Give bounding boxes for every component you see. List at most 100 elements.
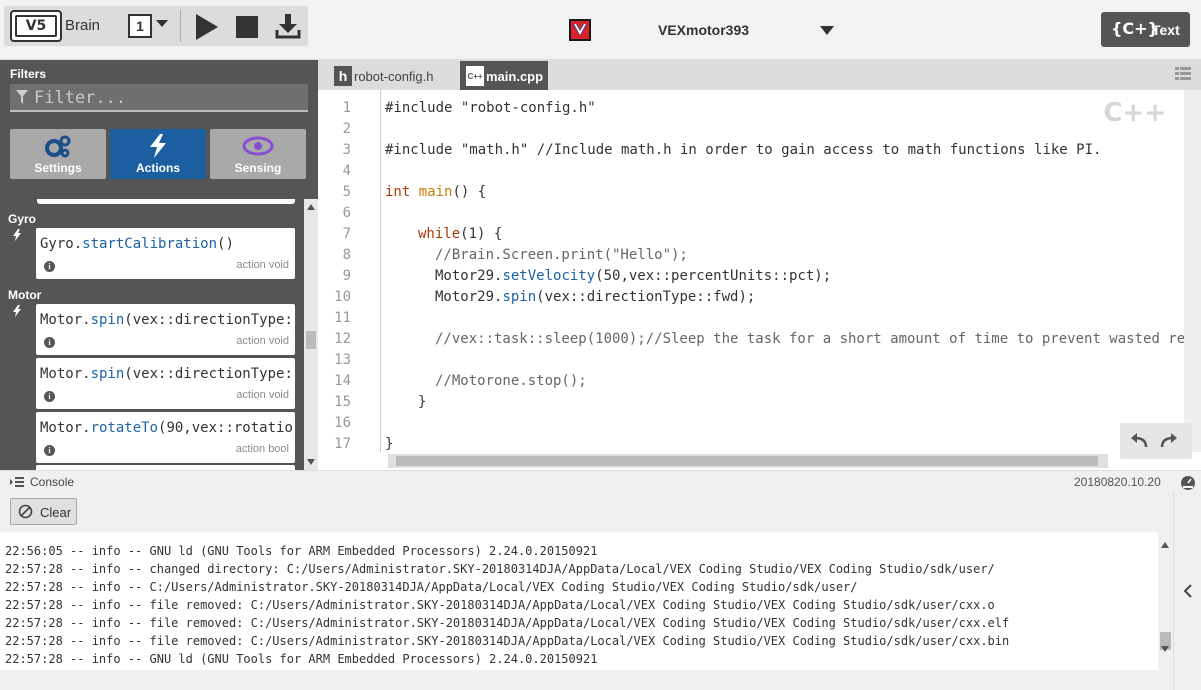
code-line: //Motorone.stop(); — [435, 373, 587, 389]
filter-input[interactable] — [34, 86, 294, 110]
download-icon[interactable] — [274, 12, 302, 40]
code-line: Motor29.spin(vex::directionType::fwd); — [435, 289, 756, 305]
category-settings-label: Settings — [34, 161, 82, 175]
category-actions[interactable]: Actions — [110, 129, 206, 179]
slot-caret-icon[interactable] — [156, 20, 168, 27]
log-line: 22:57:28 -- info -- C:/Users/Administrat… — [5, 580, 858, 594]
line-number: 2 — [342, 121, 351, 137]
editor-horizontal-scrollbar[interactable] — [388, 454, 1108, 468]
tab-label: robot-config.h — [354, 69, 434, 84]
slot-selector[interactable]: 1 — [128, 14, 152, 38]
category-settings[interactable]: Settings — [10, 129, 106, 179]
code-line: #include "robot-config.h" — [385, 100, 596, 116]
scroll-thumb[interactable] — [396, 456, 1098, 466]
log-line: 22:56:05 -- info -- GNU ld (GNU Tools fo… — [5, 544, 598, 558]
scroll-up-icon[interactable] — [1161, 542, 1169, 548]
line-number: 14 — [334, 373, 351, 389]
line-number: 12 — [334, 331, 351, 347]
device-dropdown-icon[interactable] — [820, 26, 834, 35]
block-meta: action bool — [235, 443, 289, 455]
toolbar-divider — [180, 10, 181, 42]
chevron-left-icon[interactable] — [1183, 584, 1193, 598]
console-title: Console — [30, 475, 75, 489]
clear-icon — [18, 504, 33, 519]
block-gyro-start-calibration[interactable]: Gyro.startCalibration() i action void — [36, 228, 295, 279]
code-line: #include "math.h" //Include math.h in or… — [385, 142, 1102, 158]
funnel-icon — [16, 90, 28, 104]
code-line: //vex::task::sleep(1000);//Sleep the tas… — [435, 331, 1184, 347]
block-partial — [37, 199, 295, 204]
dashboard-icon[interactable] — [1180, 474, 1196, 490]
line-number: 6 — [342, 205, 351, 221]
scroll-up-icon[interactable] — [307, 204, 315, 210]
tab-robot-config[interactable]: h robot-config.h — [328, 61, 454, 90]
block-list: Gyro Gyro.startCalibration() i action vo… — [0, 199, 304, 470]
redo-icon[interactable] — [1160, 432, 1178, 450]
scroll-down-icon[interactable] — [1161, 646, 1169, 652]
category-sensing[interactable]: Sensing — [210, 129, 306, 179]
header-file-icon: h — [334, 66, 352, 86]
side-panel-toggle[interactable] — [1173, 492, 1201, 690]
blocks-sidebar: Filters Settings Actions Sensing Gyro G — [0, 60, 318, 470]
line-number: 1 — [342, 100, 351, 116]
undo-icon[interactable] — [1130, 432, 1148, 450]
filters-title: Filters — [10, 67, 47, 81]
tab-main-cpp[interactable]: C++ main.cpp — [460, 61, 548, 90]
clear-button[interactable]: Clear — [10, 498, 77, 525]
block-motor-spin[interactable]: Motor.spin(vex::directionType: i action … — [36, 358, 295, 409]
log-line: 22:57:28 -- info -- GNU ld (GNU Tools fo… — [5, 652, 598, 666]
gears-icon — [45, 135, 71, 158]
block-meta: action void — [236, 389, 289, 401]
tab-label: main.cpp — [486, 69, 544, 84]
vex-brain-logo-icon[interactable]: V5 — [10, 10, 62, 42]
line-number: 7 — [342, 226, 351, 242]
text-mode-button[interactable]: {C+} Text — [1101, 12, 1190, 47]
console-header: Console 20180820.10.20 — [0, 470, 1201, 492]
console-log[interactable]: 22:56:05 -- info -- GNU ld (GNU Tools fo… — [0, 532, 1158, 670]
scroll-thumb[interactable] — [306, 331, 316, 349]
line-number: 13 — [334, 352, 351, 368]
info-icon[interactable]: i — [44, 337, 55, 348]
brain-controls: V5 Brain 1 — [4, 6, 308, 46]
play-icon[interactable] — [196, 14, 218, 40]
top-toolbar: V5 Brain 1 VEXmotor393 {C+} Text — [0, 0, 1201, 60]
console-scrollbar[interactable] — [1158, 532, 1173, 670]
console-hscroll[interactable] — [0, 670, 1173, 690]
category-sensing-label: Sensing — [234, 161, 282, 175]
code-line: } — [418, 394, 427, 410]
code-line: } — [385, 436, 394, 452]
language-badge: C++ — [1103, 98, 1166, 128]
log-line: 22:57:28 -- info -- changed directory: C… — [5, 562, 995, 576]
cpp-file-icon: C++ — [466, 66, 484, 86]
lightning-icon — [13, 305, 21, 317]
info-icon[interactable]: i — [44, 261, 55, 272]
block-motor-rotate-to[interactable]: Motor.rotateTo(90,vex::rotation i action… — [36, 412, 295, 463]
info-icon[interactable]: i — [44, 391, 55, 402]
text-mode-label: Text — [1152, 22, 1180, 38]
lightning-icon — [150, 134, 166, 158]
block-motor-spin[interactable]: Motor.spin(vex::directionType: i action … — [36, 304, 295, 355]
code-line: while(1) { — [418, 226, 503, 242]
code-area[interactable]: #include "robot-config.h" #include "math… — [380, 90, 1184, 452]
log-line: 22:57:28 -- info -- file removed: C:/Use… — [5, 598, 995, 612]
editor-vertical-scrollbar[interactable] — [1184, 90, 1201, 452]
console-toggle-icon[interactable] — [10, 476, 24, 488]
line-number: 11 — [334, 310, 351, 326]
code-line: int main() { — [385, 184, 487, 200]
block-meta: action void — [236, 335, 289, 347]
stop-icon[interactable] — [236, 16, 258, 38]
code-line: Motor29.setVelocity(50,vex::percentUnits… — [435, 268, 832, 284]
filter-field[interactable] — [10, 84, 308, 112]
line-number: 8 — [342, 247, 351, 263]
console-toolbar: Clear — [0, 492, 1173, 532]
sidebar-scrollbar[interactable] — [304, 199, 318, 470]
list-view-icon[interactable] — [1175, 66, 1191, 82]
log-line: 22:57:28 -- info -- file removed: C:/Use… — [5, 634, 1010, 648]
scroll-down-icon[interactable] — [307, 459, 315, 465]
code-editor[interactable]: 1 2 3 4 5 6 7 8 9 10 11 12 13 14 15 16 17 #include "robo… — [318, 90, 1201, 470]
block-meta: action void — [236, 259, 289, 271]
info-icon[interactable]: i — [44, 445, 55, 456]
device-name[interactable]: VEXmotor393 — [658, 22, 749, 38]
lightning-icon — [13, 229, 21, 241]
vex-device-icon — [569, 19, 591, 41]
